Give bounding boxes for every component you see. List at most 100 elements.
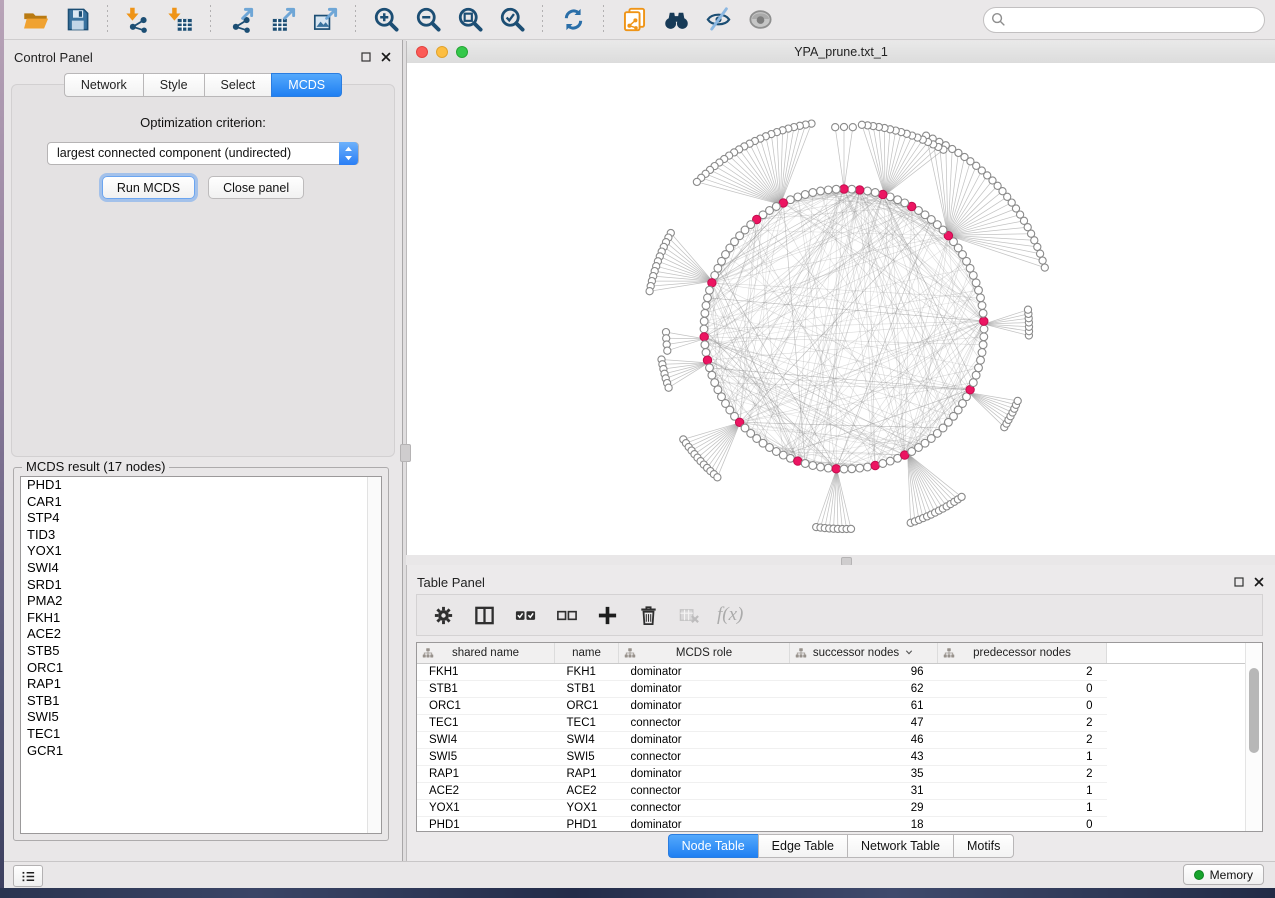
zoom-out-icon[interactable] (413, 5, 443, 35)
select-all-rows-icon[interactable] (512, 602, 538, 628)
tab-motifs[interactable]: Motifs (953, 834, 1014, 858)
export-table-icon[interactable] (268, 5, 298, 35)
tab-select[interactable]: Select (204, 73, 272, 97)
mcds-result-item[interactable]: ACE2 (21, 626, 381, 643)
cell-shared-name[interactable]: FKH1 (417, 664, 555, 681)
cell-name[interactable]: ORC1 (555, 698, 619, 715)
cell-mcds-role[interactable]: connector (619, 749, 790, 766)
export-image-icon[interactable] (310, 5, 340, 35)
cell-successor-nodes[interactable]: 62 (790, 681, 938, 698)
cell-mcds-role[interactable]: connector (619, 783, 790, 800)
tab-node-table[interactable]: Node Table (668, 834, 758, 858)
mcds-result-item[interactable]: SWI4 (21, 560, 381, 577)
cell-predecessor-nodes[interactable]: 2 (938, 664, 1107, 681)
minimize-window-icon[interactable] (436, 46, 448, 58)
open-session-icon[interactable] (20, 5, 50, 35)
mcds-result-item[interactable]: STB1 (21, 693, 381, 710)
cell-shared-name[interactable]: YOX1 (417, 800, 555, 817)
cell-predecessor-nodes[interactable]: 1 (938, 783, 1107, 800)
mcds-result-item[interactable]: SWI5 (21, 709, 381, 726)
cell-name[interactable]: SWI4 (555, 732, 619, 749)
cell-name[interactable]: PHD1 (555, 817, 619, 833)
table-row[interactable]: ORC1ORC1dominator610 (417, 698, 1263, 715)
binoculars-icon[interactable] (661, 5, 691, 35)
cell-successor-nodes[interactable]: 29 (790, 800, 938, 817)
cell-shared-name[interactable]: SWI4 (417, 732, 555, 749)
cell-mcds-role[interactable]: dominator (619, 732, 790, 749)
cell-predecessor-nodes[interactable]: 1 (938, 800, 1107, 817)
cell-shared-name[interactable]: ACE2 (417, 783, 555, 800)
column-header-predecessor-nodes[interactable]: predecessor nodes (938, 643, 1107, 664)
cell-shared-name[interactable]: PHD1 (417, 817, 555, 833)
mcds-result-item[interactable]: ORC1 (21, 660, 381, 677)
cell-successor-nodes[interactable]: 43 (790, 749, 938, 766)
hide-graphics-details-icon[interactable] (703, 5, 733, 35)
import-network-icon[interactable] (123, 5, 153, 35)
cell-name[interactable]: STB1 (555, 681, 619, 698)
export-network-icon[interactable] (226, 5, 256, 35)
cell-mcds-role[interactable]: dominator (619, 766, 790, 783)
cell-mcds-role[interactable]: dominator (619, 698, 790, 715)
cell-name[interactable]: RAP1 (555, 766, 619, 783)
mcds-result-item[interactable]: CAR1 (21, 494, 381, 511)
run-mcds-button[interactable]: Run MCDS (102, 176, 195, 199)
mcds-result-item[interactable]: PMA2 (21, 593, 381, 610)
refresh-icon[interactable] (558, 5, 588, 35)
cell-shared-name[interactable]: SWI5 (417, 749, 555, 766)
cell-predecessor-nodes[interactable]: 2 (938, 715, 1107, 732)
cell-predecessor-nodes[interactable]: 0 (938, 681, 1107, 698)
tab-network-table[interactable]: Network Table (847, 834, 953, 858)
cell-name[interactable]: ACE2 (555, 783, 619, 800)
float-panel-icon[interactable] (359, 51, 372, 64)
zoom-fit-icon[interactable] (455, 5, 485, 35)
horizontal-splitter[interactable] (406, 555, 1275, 565)
table-row[interactable]: RAP1RAP1dominator352 (417, 766, 1263, 783)
tab-mcds[interactable]: MCDS (271, 73, 342, 97)
cell-name[interactable]: YOX1 (555, 800, 619, 817)
table-row[interactable]: STB1STB1dominator620 (417, 681, 1263, 698)
cell-predecessor-nodes[interactable]: 2 (938, 766, 1107, 783)
cell-mcds-role[interactable]: connector (619, 800, 790, 817)
cell-mcds-role[interactable]: connector (619, 715, 790, 732)
result-list-scrollbar[interactable] (367, 477, 381, 833)
cell-successor-nodes[interactable]: 18 (790, 817, 938, 833)
cell-predecessor-nodes[interactable]: 0 (938, 698, 1107, 715)
cell-successor-nodes[interactable]: 31 (790, 783, 938, 800)
close-window-icon[interactable] (416, 46, 428, 58)
add-column-icon[interactable] (594, 602, 620, 628)
network-from-selection-icon[interactable] (619, 5, 649, 35)
mcds-result-item[interactable]: GCR1 (21, 743, 381, 760)
cell-successor-nodes[interactable]: 61 (790, 698, 938, 715)
table-row[interactable]: FKH1FKH1dominator962 (417, 664, 1263, 681)
import-table-icon[interactable] (165, 5, 195, 35)
zoom-selected-icon[interactable] (497, 5, 527, 35)
cell-name[interactable]: SWI5 (555, 749, 619, 766)
mcds-result-item[interactable]: STP4 (21, 510, 381, 527)
mcds-result-item[interactable]: YOX1 (21, 543, 381, 560)
task-history-button[interactable] (13, 865, 43, 887)
optimization-criterion-select[interactable]: largest connected component (undirected) (47, 142, 359, 165)
mcds-result-item[interactable]: TEC1 (21, 726, 381, 743)
table-row[interactable]: ACE2ACE2connector311 (417, 783, 1263, 800)
cell-mcds-role[interactable]: dominator (619, 681, 790, 698)
mcds-result-item[interactable]: FKH1 (21, 610, 381, 627)
close-table-panel-icon[interactable] (1252, 576, 1265, 589)
show-columns-icon[interactable] (471, 602, 497, 628)
network-view-canvas[interactable] (407, 63, 1275, 555)
close-panel-icon[interactable] (379, 51, 392, 64)
mcds-result-item[interactable]: RAP1 (21, 676, 381, 693)
table-row[interactable]: YOX1YOX1connector291 (417, 800, 1263, 817)
deselect-all-rows-icon[interactable] (553, 602, 579, 628)
memory-button[interactable]: Memory (1183, 864, 1264, 885)
cell-mcds-role[interactable]: dominator (619, 664, 790, 681)
table-row[interactable]: SWI4SWI4dominator462 (417, 732, 1263, 749)
cell-shared-name[interactable]: ORC1 (417, 698, 555, 715)
cell-shared-name[interactable]: RAP1 (417, 766, 555, 783)
tab-network[interactable]: Network (64, 73, 143, 97)
column-header-name[interactable]: name (555, 643, 619, 664)
mcds-result-item[interactable]: STB5 (21, 643, 381, 660)
table-row[interactable]: TEC1TEC1connector472 (417, 715, 1263, 732)
column-header-shared-name[interactable]: shared name (417, 643, 555, 664)
cell-predecessor-nodes[interactable]: 2 (938, 732, 1107, 749)
cell-shared-name[interactable]: STB1 (417, 681, 555, 698)
